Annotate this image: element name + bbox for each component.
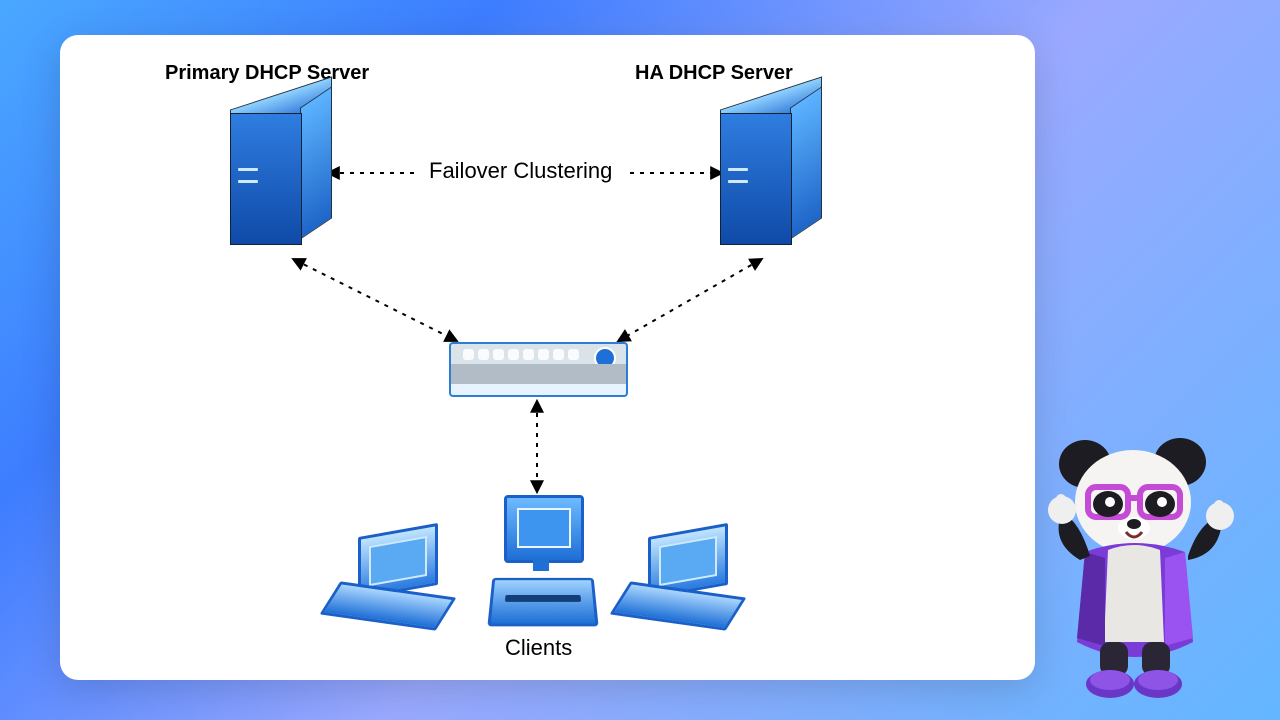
primary-server-label: Primary DHCP Server (165, 62, 369, 85)
failover-link-label: Failover Clustering (429, 158, 612, 184)
ha-server-label: HA DHCP Server (635, 62, 793, 85)
desktop-icon (480, 495, 600, 635)
server-icon (230, 93, 350, 263)
laptop-icon (620, 530, 740, 630)
network-hub-icon (449, 342, 624, 397)
laptop-icon (330, 530, 450, 630)
server-icon (720, 93, 840, 263)
panda-mascot (1030, 432, 1240, 702)
diagram-card: Primary DHCP Server Failover Clustering … (60, 35, 1035, 680)
clients-label: Clients (505, 635, 572, 661)
